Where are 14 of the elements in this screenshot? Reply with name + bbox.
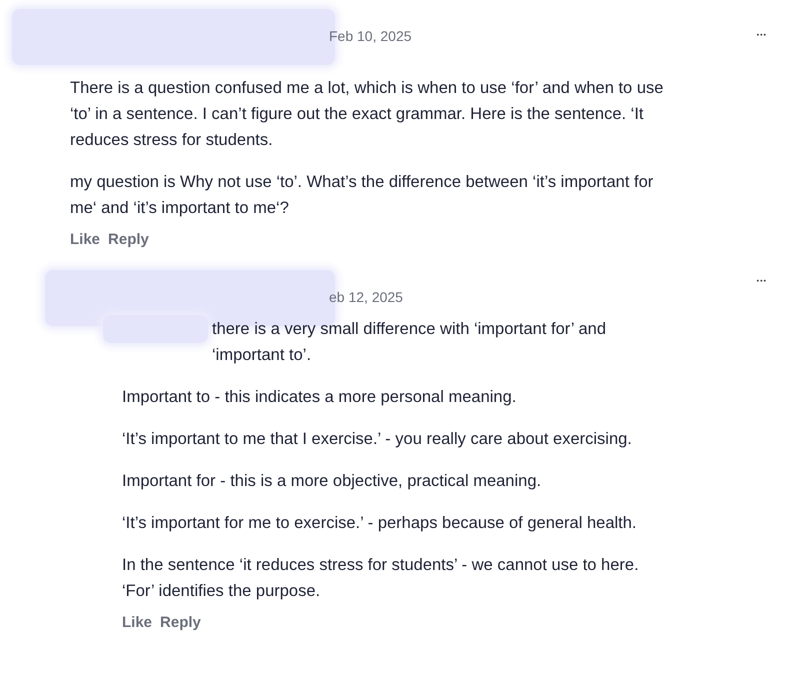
action-link[interactable]: Reply <box>160 612 201 634</box>
comment-text: ‘It’s important for me to exercise.’ - perhaps because of general health. <box>122 512 638 534</box>
comment-text: Important for - this is a more objective, practical meaning. <box>122 470 542 492</box>
post-date: Feb 10, 2025 <box>329 27 412 46</box>
comment-text: In the sentence ‘it reduces stress for students’ - we cannot use to here. ‘For’ identifies the purpose. <box>122 554 640 602</box>
comment-text: there is a very small difference with ‘important for’ and ‘important to’. <box>212 318 608 366</box>
action-link[interactable]: Like <box>122 612 152 634</box>
action-link[interactable]: Reply <box>108 229 149 252</box>
comment-text: Important to - this indicates a more personal meaning. <box>122 386 518 408</box>
comment-text: ‘It’s important to me that I exercise.’ - you really care about exercising. <box>122 428 633 450</box>
comment-text: my question is Why not use ‘to’. What’s the difference between ‘it’s important for me‘ and ‘it’s important to me‘? <box>70 172 654 219</box>
post-date: eb 12, 2025 <box>329 288 403 307</box>
comment-text: There is a question confused me a lot, which is when to use ‘for’ and when to use ‘to’ in a sentence. I can’t figure out the exact grammar. Here is the sentence. ‘It reduces stress for students. <box>70 78 664 151</box>
action-link[interactable]: Like <box>70 229 100 252</box>
